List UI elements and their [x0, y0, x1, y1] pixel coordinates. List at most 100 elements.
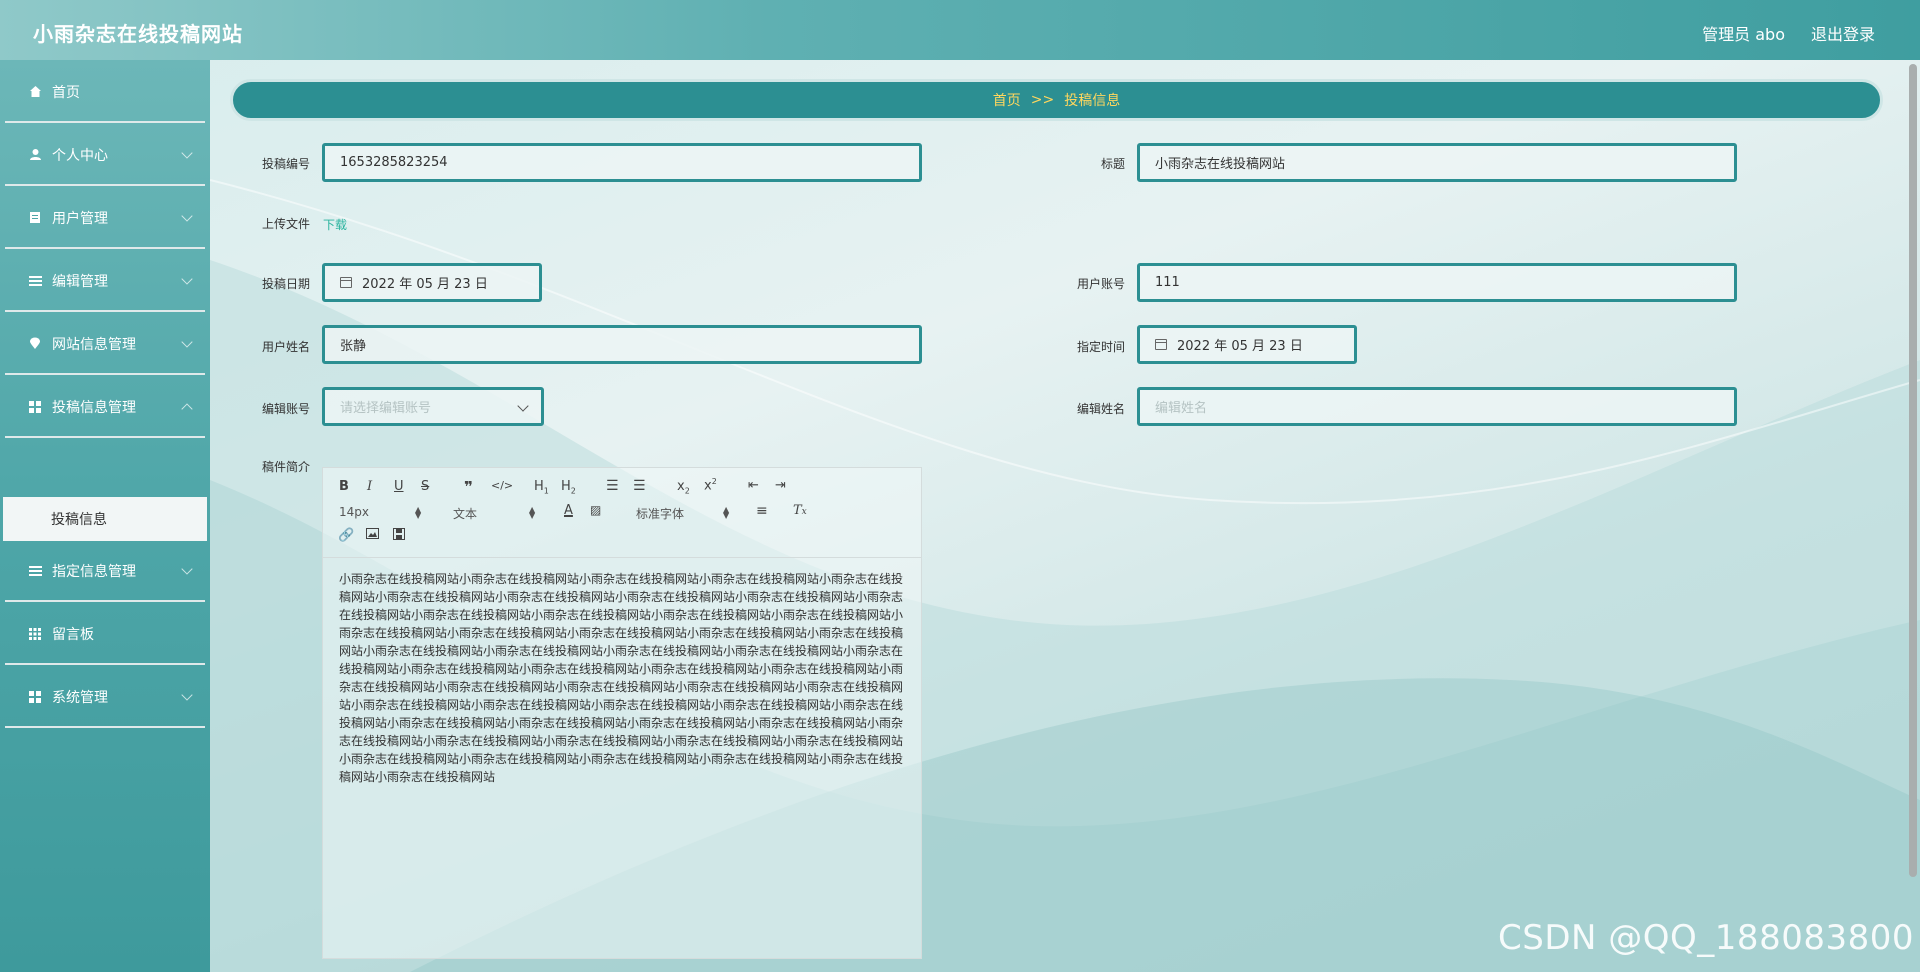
user-icon: [28, 148, 42, 162]
submission-no-label: 投稿编号: [261, 157, 310, 171]
text-type-select[interactable]: 文本 ▲ ▼: [453, 505, 535, 522]
font-family-select[interactable]: 标准字体 ▲ ▼: [636, 505, 731, 522]
sidebar-item-personal-center[interactable]: 个人中心: [5, 125, 205, 186]
header-2-icon[interactable]: H2: [561, 479, 576, 496]
sidebar-item-label: 留言板: [52, 626, 94, 643]
rich-text-editor[interactable]: B I U S ❞ </> H1 H2 ☰ ☰ x2 x2 ⇤ ⇥ 14px ▲…: [322, 467, 922, 959]
sidebar: 首页 个人中心 用户管理 编辑管理 网站信息管理 投稿信息管理 投稿信息 指定信…: [0, 60, 210, 972]
assign-time-picker[interactable]: 2022 年 05 月 23 日: [1137, 325, 1357, 364]
breadcrumb-home-link[interactable]: 首页: [993, 90, 1021, 110]
grid-icon: [28, 690, 42, 704]
sidebar-subitem-submission-info[interactable]: 投稿信息: [3, 497, 207, 541]
chevron-down-icon: [181, 336, 193, 348]
submission-no-field[interactable]: 1653285823254: [322, 143, 922, 182]
align-icon[interactable]: ≡: [756, 503, 768, 519]
user-account-field[interactable]: 111: [1137, 263, 1737, 302]
top-header: 小雨杂志在线投稿网站 管理员 abo 退出登录: [0, 0, 1920, 60]
list-icon: [28, 274, 42, 288]
sidebar-item-home[interactable]: 首页: [5, 62, 205, 123]
sidebar-item-label: 个人中心: [52, 147, 108, 164]
user-name-field[interactable]: 张静: [322, 325, 922, 364]
sidebar-item-label: 用户管理: [52, 210, 108, 227]
sidebar-item-message-board[interactable]: 留言板: [5, 604, 205, 665]
home-icon: [28, 85, 42, 99]
italic-icon[interactable]: I: [367, 479, 372, 494]
font-color-icon[interactable]: A: [564, 503, 573, 518]
chevron-down-icon: [181, 210, 193, 222]
page-scrollbar[interactable]: [1909, 64, 1917, 877]
logout-button[interactable]: 退出登录: [1811, 21, 1875, 45]
font-size-select[interactable]: 14px ▲ ▼: [339, 505, 421, 520]
chevron-down-icon: [517, 400, 529, 412]
sidebar-item-label: 指定信息管理: [52, 563, 136, 580]
editor-name-placeholder: 编辑姓名: [1155, 401, 1208, 416]
location-icon: [28, 337, 42, 351]
user-name-label: 用户姓名: [261, 340, 310, 354]
video-icon[interactable]: [393, 528, 405, 544]
chevron-down-icon: [181, 689, 193, 701]
editor-account-select[interactable]: 请选择编辑账号: [322, 387, 544, 426]
editor-name-field[interactable]: 编辑姓名: [1137, 387, 1737, 426]
user-account-value: 111: [1155, 275, 1180, 290]
font-family-value: 标准字体: [636, 507, 685, 521]
ordered-list-icon[interactable]: ☰: [606, 478, 619, 494]
chevron-down-icon: [181, 273, 193, 285]
breadcrumb-separator: >>: [1030, 92, 1055, 108]
font-size-value: 14px: [339, 505, 369, 519]
upload-file-label: 上传文件: [261, 217, 310, 231]
strikethrough-icon[interactable]: S: [421, 479, 429, 494]
blockquote-icon[interactable]: ❞: [464, 478, 473, 496]
editor-toolbar: B I U S ❞ </> H1 H2 ☰ ☰ x2 x2 ⇤ ⇥ 14px ▲…: [323, 468, 921, 558]
submission-date-value: 2022 年 05 月 23 日: [362, 277, 488, 292]
sidebar-item-label: 系统管理: [52, 689, 108, 706]
clear-format-icon[interactable]: Tx: [793, 503, 807, 518]
calendar-icon: [340, 277, 352, 288]
admin-user-label[interactable]: 管理员 abo: [1702, 21, 1785, 45]
link-icon[interactable]: 🔗: [338, 528, 354, 543]
assign-time-value: 2022 年 05 月 23 日: [1177, 339, 1303, 354]
download-link[interactable]: 下载: [323, 216, 347, 233]
breadcrumb: 首页 >> 投稿信息: [230, 79, 1883, 121]
document-icon: [28, 211, 42, 225]
header-user-area: 管理员 abo 退出登录: [1702, 21, 1875, 45]
sidebar-item-submission-management[interactable]: 投稿信息管理: [5, 377, 205, 438]
text-type-value: 文本: [453, 507, 478, 521]
bold-icon[interactable]: B: [339, 479, 349, 494]
csdn-watermark: CSDN @QQ_188083800: [1498, 918, 1914, 958]
sidebar-item-label: 投稿信息管理: [52, 399, 136, 416]
sidebar-item-editor-management[interactable]: 编辑管理: [5, 251, 205, 312]
background-color-icon[interactable]: ▨: [590, 503, 601, 517]
breadcrumb-current: 投稿信息: [1064, 93, 1121, 109]
editor-account-label: 编辑账号: [261, 402, 310, 416]
indent-icon[interactable]: ⇥: [775, 478, 786, 493]
chevron-up-icon: [181, 403, 193, 415]
sidebar-item-site-info-management[interactable]: 网站信息管理: [5, 314, 205, 375]
outdent-icon[interactable]: ⇤: [748, 478, 759, 493]
site-title: 小雨杂志在线投稿网站: [33, 22, 243, 46]
sidebar-item-system-management[interactable]: 系统管理: [5, 667, 205, 728]
image-icon[interactable]: [366, 528, 379, 543]
sidebar-item-label: 编辑管理: [52, 273, 108, 290]
superscript-icon[interactable]: x2: [704, 477, 717, 493]
sidebar-item-user-management[interactable]: 用户管理: [5, 188, 205, 249]
list-icon: [28, 564, 42, 578]
subscript-icon[interactable]: x2: [677, 479, 690, 496]
grid-icon: [28, 400, 42, 414]
title-label: 标题: [1100, 157, 1125, 171]
header-1-icon[interactable]: H1: [534, 479, 549, 496]
title-value: 小雨杂志在线投稿网站: [1155, 157, 1286, 172]
underline-icon[interactable]: U: [394, 479, 404, 494]
title-field[interactable]: 小雨杂志在线投稿网站: [1137, 143, 1737, 182]
editor-account-placeholder: 请选择编辑账号: [340, 401, 432, 416]
bullet-list-icon[interactable]: ☰: [633, 478, 646, 494]
assign-time-label: 指定时间: [1076, 340, 1125, 354]
submission-date-picker[interactable]: 2022 年 05 月 23 日: [322, 263, 542, 302]
sidebar-item-label: 网站信息管理: [52, 336, 136, 353]
user-account-label: 用户账号: [1076, 277, 1125, 291]
sidebar-item-label: 首页: [52, 84, 80, 101]
sidebar-item-assignment-management[interactable]: 指定信息管理: [5, 541, 205, 602]
submission-no-value: 1653285823254: [340, 155, 448, 170]
editor-content-area[interactable]: 小雨杂志在线投稿网站小雨杂志在线投稿网站小雨杂志在线投稿网站小雨杂志在线投稿网站…: [339, 570, 905, 786]
code-block-icon[interactable]: </>: [491, 479, 513, 492]
up-down-arrow-icon: ▲ ▼: [723, 505, 730, 520]
